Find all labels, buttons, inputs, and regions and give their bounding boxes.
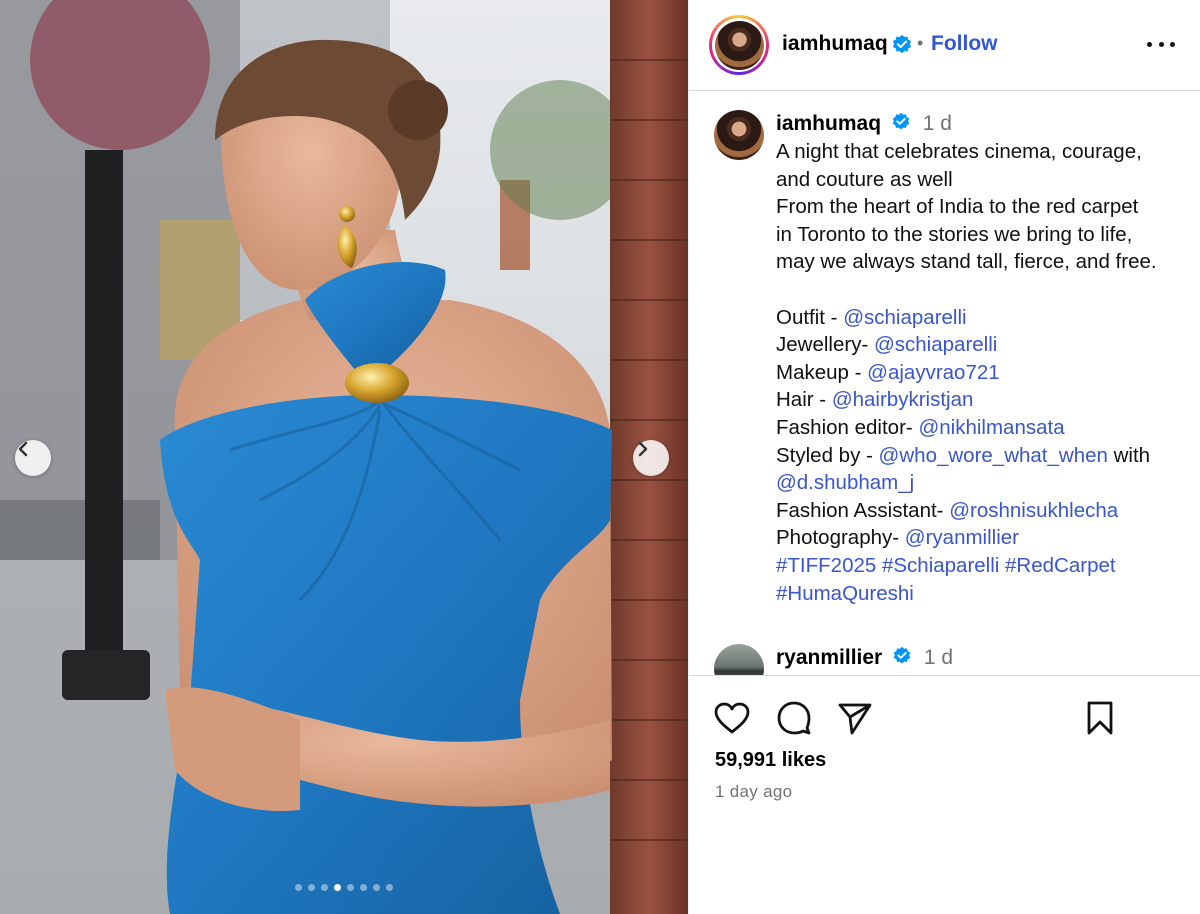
comment-time: 1 d (923, 646, 954, 669)
comments-section: iamhumaq 1 d A night that celebrates cin… (689, 92, 1200, 675)
carousel-dot (308, 884, 315, 891)
comment-username[interactable]: iamhumaq (776, 112, 881, 135)
credit-line: Fashion editor- @nikhilmansata (776, 415, 1065, 439)
credit-line: Outfit - @schiaparelli (776, 305, 967, 329)
mention-link[interactable]: @nikhilmansata (918, 416, 1064, 439)
mention-link[interactable]: @who_wore_what_when (879, 444, 1108, 467)
follow-button[interactable]: Follow (931, 32, 998, 56)
post-timestamp: 1 day ago (715, 782, 793, 801)
carousel-indicator (0, 884, 688, 891)
carousel-dot (295, 884, 302, 891)
mention-link[interactable]: @ajayvrao721 (867, 361, 1000, 384)
comment-time: 1 d (922, 112, 952, 135)
heart-icon[interactable] (712, 698, 752, 738)
more-options-icon[interactable] (1147, 34, 1175, 54)
credit-line: Styled by - @who_wore_what_when with (776, 443, 1151, 467)
credit-line: Jewellery- @schiaparelli (776, 333, 998, 357)
caption-text: A night that celebrates cinema, courage,… (776, 138, 1176, 607)
mention-link[interactable]: @ryanmillier (905, 526, 1019, 549)
caption-line: may we always stand tall, fierce, and fr… (776, 250, 1157, 274)
action-bar: 59,991 likes 1 day ago (689, 675, 1200, 914)
mention-link[interactable]: @schiaparelli (843, 306, 966, 329)
mention-link[interactable]: @hairbykristjan (832, 388, 974, 411)
credit-line: Fashion Assistant- @roshnisukhlecha (776, 498, 1119, 522)
mention-link[interactable]: @roshnisukhlecha (949, 499, 1118, 522)
hashtags[interactable]: #TIFF2025 #Schiaparelli #RedCarpet (776, 552, 1176, 580)
carousel-dot (386, 884, 393, 891)
author-avatar[interactable] (709, 15, 769, 75)
carousel-dot (347, 884, 354, 891)
credit-line: Photography- @ryanmillier (776, 526, 1019, 550)
send-icon[interactable] (835, 698, 875, 738)
credit-line: Makeup - @ajayvrao721 (776, 360, 1000, 384)
carousel-dot (334, 884, 341, 891)
dot-separator: • (917, 33, 924, 53)
post-photo (0, 0, 688, 914)
caption-line: and couture as well (776, 167, 953, 191)
author-username[interactable]: iamhumaq (782, 32, 888, 56)
chevron-left-icon (18, 441, 28, 457)
comment-avatar[interactable] (714, 110, 764, 160)
caption-line: in Toronto to the stories we bring to li… (776, 222, 1133, 246)
post-header: iamhumaq • Follow (689, 0, 1200, 91)
comment-icon[interactable] (774, 698, 814, 738)
carousel-prev-button[interactable] (15, 440, 51, 476)
post-media[interactable] (0, 0, 688, 914)
mention-link[interactable]: @d.shubham_j (776, 471, 914, 494)
likes-count[interactable]: 59,991 likes (715, 749, 826, 772)
verified-badge-icon (892, 113, 910, 130)
caption-line: A night that celebrates cinema, courage, (776, 140, 1142, 163)
carousel-dot (373, 884, 380, 891)
bookmark-icon[interactable] (1080, 698, 1120, 738)
credit-line: Hair - @hairbykristjan (776, 388, 974, 412)
hashtags[interactable]: #HumaQureshi (776, 580, 1176, 608)
chevron-right-icon (638, 441, 648, 457)
verified-badge-icon (893, 647, 911, 664)
comment-username[interactable]: ryanmillier (776, 646, 882, 669)
post-details-panel: iamhumaq • Follow iamhumaq 1 d A night t… (688, 0, 1200, 914)
mention-link[interactable]: @schiaparelli (874, 333, 997, 356)
verified-badge-icon (892, 34, 912, 54)
comment-avatar[interactable] (714, 644, 764, 675)
carousel-dot (321, 884, 328, 891)
carousel-next-button[interactable] (633, 440, 669, 476)
credit-line: @d.shubham_j (776, 469, 1176, 497)
caption-line: From the heart of India to the red carpe… (776, 195, 1139, 219)
carousel-dot (360, 884, 367, 891)
